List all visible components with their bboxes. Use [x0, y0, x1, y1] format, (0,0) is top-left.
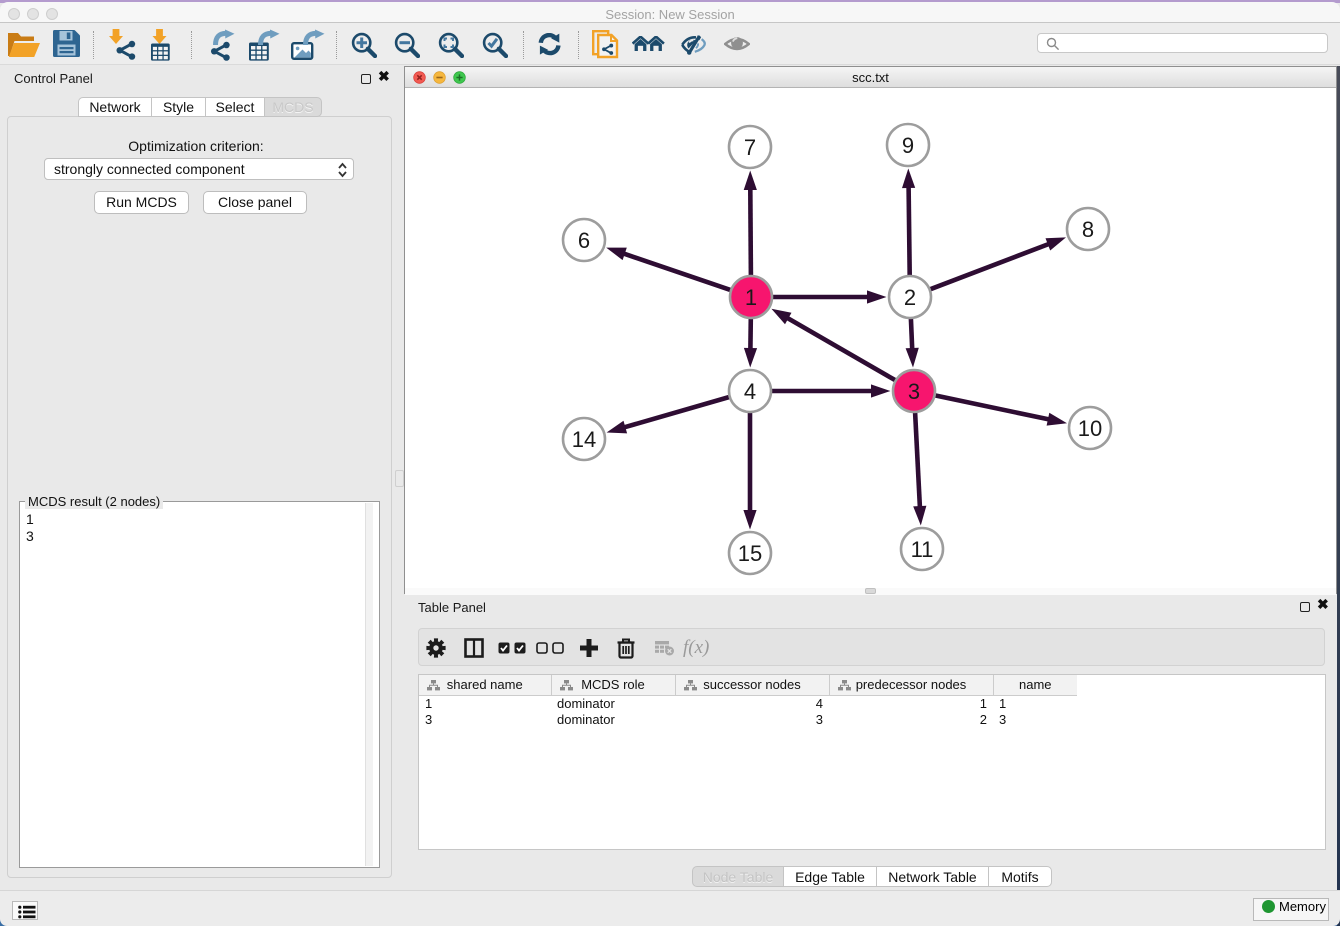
svg-text:7: 7 [744, 135, 756, 160]
svg-text:11: 11 [911, 537, 934, 562]
svg-text:2: 2 [904, 285, 916, 310]
svg-text:14: 14 [572, 427, 596, 452]
svg-text:1: 1 [745, 285, 757, 310]
svg-text:10: 10 [1078, 416, 1102, 441]
svg-text:15: 15 [738, 541, 762, 566]
svg-text:3: 3 [908, 379, 920, 404]
svg-text:4: 4 [744, 379, 756, 404]
svg-text:6: 6 [578, 228, 590, 253]
svg-text:9: 9 [902, 133, 914, 158]
svg-text:8: 8 [1082, 217, 1094, 242]
